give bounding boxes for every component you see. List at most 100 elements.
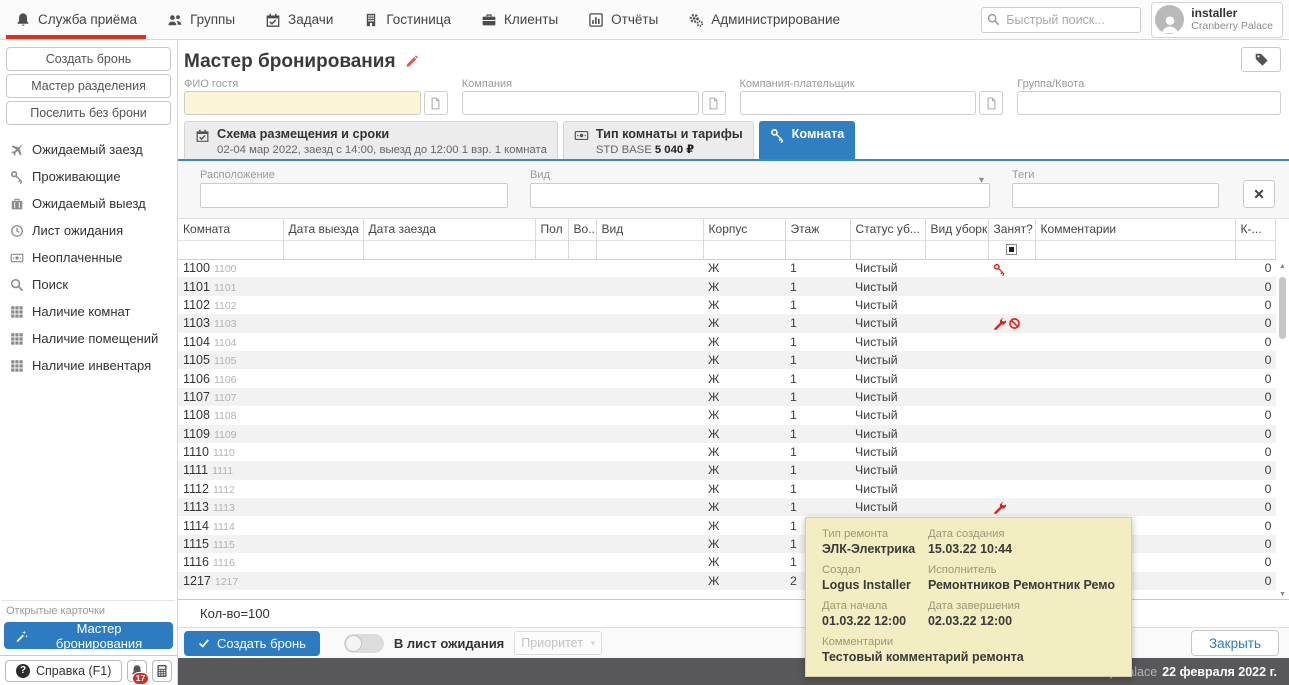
- table-row[interactable]: 11111111Ж1Чистый0: [178, 461, 1275, 479]
- table-row[interactable]: 11061106Ж1Чистый0: [178, 369, 1275, 387]
- priority-select[interactable]: Приоритет ▾: [514, 631, 602, 655]
- pick-from-card-button[interactable]: [702, 91, 726, 115]
- avatar: [1155, 5, 1184, 34]
- nav-item-users[interactable]: Группы: [152, 0, 250, 39]
- sidebar-item[interactable]: Наличие инвентаря: [0, 352, 177, 379]
- nav-item-calendar[interactable]: Задачи: [250, 0, 348, 39]
- column-header[interactable]: Комната: [178, 219, 283, 240]
- column-header[interactable]: Этаж: [785, 219, 850, 240]
- column-header[interactable]: Дата заезда: [363, 219, 535, 240]
- table-row[interactable]: 11101110Ж1Чистый0: [178, 443, 1275, 461]
- grid-icon: [10, 305, 24, 319]
- table-row[interactable]: 11091109Ж1Чистый0: [178, 425, 1275, 443]
- table-row[interactable]: 11031103Ж1Чистый0: [178, 314, 1275, 332]
- table-row[interactable]: 11051105Ж1Чистый0: [178, 351, 1275, 369]
- column-header[interactable]: К-...: [1235, 219, 1275, 240]
- user-hotel: Cranberry Palace: [1191, 20, 1273, 32]
- nav-item-chart[interactable]: Отчёты: [573, 0, 673, 39]
- tags-button[interactable]: [1241, 47, 1281, 72]
- view-filter-select[interactable]: [530, 183, 990, 208]
- sidebar-item[interactable]: Неоплаченные: [0, 244, 177, 271]
- status-date: 22 февраля 2022 г.: [1162, 665, 1277, 679]
- user-menu[interactable]: installer Cranberry Palace: [1151, 2, 1283, 38]
- sidebar-item[interactable]: Лист ожидания: [0, 217, 177, 244]
- table-row[interactable]: 11121112Ж1Чистый0: [178, 480, 1275, 498]
- toggle-knob: [345, 635, 362, 652]
- column-header[interactable]: Комментарии: [1035, 219, 1235, 240]
- sidebar-button-2[interactable]: Поселить без брони: [6, 101, 171, 125]
- nav-item-gears[interactable]: Администрирование: [673, 0, 855, 39]
- top-navigation: Служба приёмаГруппыЗадачиГостиницаКлиент…: [0, 0, 1289, 40]
- clear-filters-button[interactable]: [1243, 180, 1275, 208]
- chevron-down-icon: ▾: [979, 175, 984, 186]
- field-input-1[interactable]: [462, 91, 699, 115]
- create-booking-button[interactable]: Создать бронь: [184, 631, 320, 656]
- occupied-filter-icon[interactable]: [1006, 244, 1017, 255]
- column-header[interactable]: Дата выезда: [283, 219, 363, 240]
- table-row[interactable]: 11041104Ж1Чистый0: [178, 333, 1275, 351]
- scroll-down-icon[interactable]: ▼: [1279, 591, 1286, 599]
- column-header[interactable]: Корпус: [703, 219, 785, 240]
- table-filter-row: [178, 240, 1275, 259]
- waitlist-toggle[interactable]: [344, 634, 384, 653]
- scrollbar-thumb[interactable]: [1279, 277, 1286, 339]
- column-header[interactable]: Пол: [535, 219, 568, 240]
- app-window: Служба приёмаГруппыЗадачиГостиницаКлиент…: [0, 0, 1289, 685]
- tag-icon: [1254, 52, 1269, 67]
- sidebar-button-0[interactable]: Создать бронь: [6, 47, 171, 71]
- search-icon: [987, 13, 1000, 26]
- field-input-3[interactable]: [1017, 91, 1281, 115]
- tags-filter-input[interactable]: [1012, 183, 1219, 208]
- sidebar-item[interactable]: Поиск: [0, 271, 177, 298]
- field-input-0[interactable]: [184, 91, 421, 115]
- table-row[interactable]: 11081108Ж1Чистый0: [178, 406, 1275, 424]
- close-button[interactable]: Закрыть: [1191, 630, 1279, 656]
- sidebar: Создать бронь Мастер разделения Поселить б…: [0, 40, 178, 685]
- table-row[interactable]: 11011101Ж1Чистый0: [178, 277, 1275, 295]
- help-button[interactable]: ? Справка (F1): [5, 660, 122, 682]
- pick-from-card-button[interactable]: [979, 91, 1003, 115]
- sidebar-item[interactable]: Ожидаемый выезд: [0, 190, 177, 217]
- vertical-scrollbar[interactable]: ▲ ▼: [1277, 263, 1288, 599]
- sidebar-item[interactable]: Проживающие: [0, 163, 177, 190]
- column-header[interactable]: Занят?: [988, 219, 1035, 240]
- chart-icon: [588, 12, 604, 28]
- tooltip-field: Тип ремонтаЭЛК-Электрика: [822, 528, 920, 556]
- table-row[interactable]: 11071107Ж1Чистый0: [178, 388, 1275, 406]
- column-header[interactable]: Статус уб...: [850, 219, 925, 240]
- nav-item-building[interactable]: Гостиница: [348, 0, 466, 39]
- nav-item-bell[interactable]: Служба приёма: [0, 0, 152, 39]
- sidebar-item[interactable]: Наличие помещений: [0, 325, 177, 352]
- question-icon: ?: [16, 664, 30, 678]
- tab-0[interactable]: Схема размещения и сроки02-04 мар 2022, …: [184, 121, 558, 159]
- sidebar-button-1[interactable]: Мастер разделения: [6, 74, 171, 98]
- table-row[interactable]: 11001100Ж1Чистый0: [178, 259, 1275, 277]
- table-row[interactable]: 11021102Ж1Чистый0: [178, 296, 1275, 314]
- sidebar-item[interactable]: Наличие комнат: [0, 298, 177, 325]
- view-filter-label: Вид: [530, 169, 990, 181]
- tooltip-field: Дата создания15.03.22 10:44: [928, 528, 1115, 556]
- edit-title-icon[interactable]: [404, 54, 419, 69]
- tab-1[interactable]: Тип комнаты и тарифыSTD BASE 5 040 ₽: [563, 121, 754, 159]
- notifications-button[interactable]: 17: [127, 660, 147, 682]
- close-icon: [1253, 188, 1265, 200]
- column-header[interactable]: Вид: [596, 219, 703, 240]
- tooltip-field: Дата начала01.03.22 12:00: [822, 600, 920, 628]
- field-input-2[interactable]: [740, 91, 977, 115]
- quick-search-input[interactable]: [981, 7, 1141, 33]
- tab-2[interactable]: Комната: [759, 121, 856, 159]
- scroll-up-icon[interactable]: ▲: [1279, 263, 1286, 271]
- field-group: Компания: [462, 78, 726, 115]
- calculator-button[interactable]: [152, 660, 172, 682]
- column-header[interactable]: Вид уборки: [925, 219, 988, 240]
- sidebar-item[interactable]: Ожидаемый заезд: [0, 136, 177, 163]
- pick-from-card-button[interactable]: [424, 91, 448, 115]
- calendar-icon: [265, 12, 281, 28]
- key-icon: [770, 128, 785, 143]
- sidebar-bottom-bar: ? Справка (F1) 17: [0, 655, 177, 685]
- column-header[interactable]: Во...: [568, 219, 596, 240]
- location-filter-input[interactable]: [200, 183, 508, 208]
- nav-item-briefcase[interactable]: Клиенты: [466, 0, 573, 39]
- table-row[interactable]: 11131113Ж1Чистый0: [178, 498, 1275, 516]
- open-card-booking-wizard[interactable]: Мастер бронирования: [4, 622, 173, 649]
